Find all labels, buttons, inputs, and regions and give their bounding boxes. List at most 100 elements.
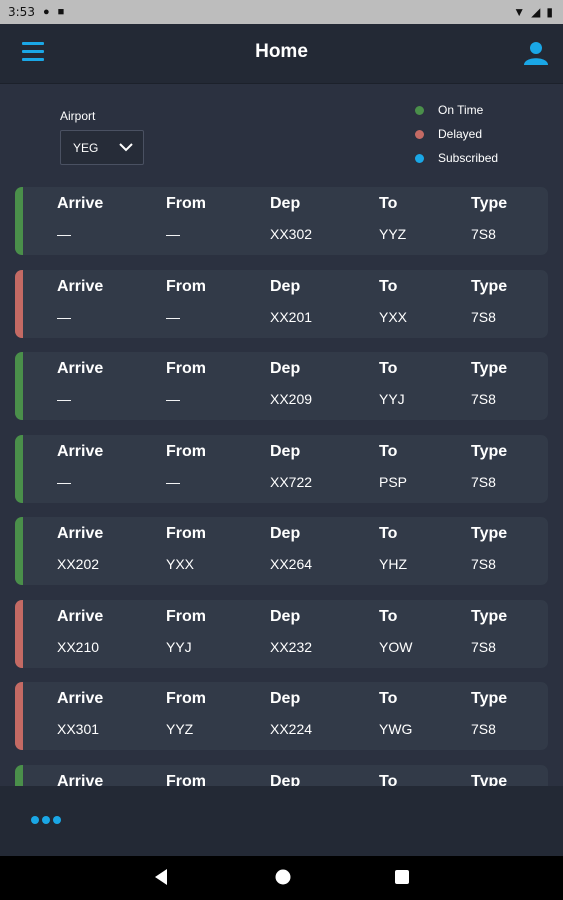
flight-from-cell: From YYJ <box>166 608 206 655</box>
status-indicator <box>15 517 23 585</box>
flight-to-cell: To YWG <box>379 690 412 737</box>
back-icon[interactable] <box>153 868 169 886</box>
status-indicator <box>15 764 23 786</box>
flight-card[interactable]: Arrive XX210 From YYJ Dep XX232 To YOW Type 7S8 <box>15 599 548 668</box>
message-icon: ● <box>42 6 50 18</box>
flight-from-value: YYZ <box>166 721 194 737</box>
flight-dep-value: XX722 <box>270 473 313 490</box>
flight-from-value: — <box>166 473 180 490</box>
column-header-dep: Dep <box>270 690 301 707</box>
flight-card[interactable]: Arrive — From — Dep XX302 To YYZ Type 7S8 <box>15 187 548 255</box>
column-header-type: Type <box>471 277 508 295</box>
column-header-type: Type <box>471 360 508 377</box>
main-content: Airport YEG On Time Delayed Subscribed A… <box>0 84 563 786</box>
flight-card[interactable]: Arrive — From — Dep XX722 To PSP Type 7S8 <box>15 434 548 503</box>
flight-arrive-value: — <box>57 308 71 325</box>
flight-dep-cell: Dep XX224 <box>270 690 312 737</box>
flight-arrive-cell: Arrive XX202 <box>57 525 103 572</box>
flight-arrive-value: — <box>57 391 71 407</box>
flight-card[interactable]: Arrive — From — Dep XX201 To YXX Type 7S8 <box>15 269 548 338</box>
status-indicator <box>15 352 23 420</box>
legend: On Time Delayed Subscribed <box>415 98 498 170</box>
flight-to-cell: To YHZ <box>379 525 407 572</box>
column-header-arrive: Arrive <box>57 442 104 460</box>
status-indicator <box>15 187 23 255</box>
flight-card[interactable]: Arrive From Dep To Type <box>15 764 548 787</box>
flight-arrive-value: XX301 <box>57 721 100 737</box>
column-header-dep: Dep <box>270 277 301 295</box>
flight-dep-value: XX264 <box>270 556 313 572</box>
wifi-icon: ▼ <box>513 5 526 19</box>
column-header-from: From <box>166 277 206 295</box>
column-header-from: From <box>166 690 206 707</box>
flight-to-value: YWG <box>379 721 413 737</box>
status-indicator <box>15 599 23 668</box>
flight-card[interactable]: Arrive XX202 From YXX Dep XX264 To YHZ Type 7S8 <box>15 517 548 585</box>
flight-type-value: 7S8 <box>471 226 496 242</box>
flight-dep-cell: Dep XX302 <box>270 195 312 242</box>
flight-from-cell: From — <box>166 360 206 407</box>
flight-type-cell: Type 7S8 <box>471 195 507 242</box>
flight-list: Arrive — From — Dep XX302 To YYZ Type 7S8 Arrive — F… <box>15 187 548 786</box>
column-header-type: Type <box>471 442 508 460</box>
flight-dep-value: XX209 <box>270 391 313 407</box>
column-header-arrive: Arrive <box>57 360 104 377</box>
flight-type-value: 7S8 <box>471 721 496 737</box>
column-header-arrive: Arrive <box>57 690 104 707</box>
flight-to-cell: To YXX <box>379 278 407 325</box>
flight-card[interactable]: Arrive — From — Dep XX209 To YYJ Type 7S8 <box>15 352 548 420</box>
flight-type-cell: Type 7S8 <box>471 443 507 490</box>
flight-to-cell: To YYZ <box>379 195 406 242</box>
column-header-from: From <box>166 442 206 460</box>
column-header-to: To <box>379 607 398 625</box>
column-header-from: From <box>166 360 206 377</box>
flight-to-value: YHZ <box>379 556 407 572</box>
battery-icon: ▮ <box>546 5 553 19</box>
flight-dep-cell: Dep XX201 <box>270 278 312 325</box>
flight-arrive-cell: Arrive XX210 <box>57 608 103 655</box>
flight-arrive-value: — <box>57 473 71 490</box>
airport-select[interactable]: YEG <box>60 130 144 165</box>
flight-from-value: — <box>166 308 180 325</box>
system-nav-bar <box>0 856 563 900</box>
flight-from-cell: From — <box>166 443 206 490</box>
column-header-from: From <box>166 525 206 542</box>
flight-dep-cell: Dep XX722 <box>270 443 312 490</box>
flight-card[interactable]: Arrive XX301 From YYZ Dep XX224 To YWG Type 7S8 <box>15 682 548 750</box>
flight-arrive-cell: Arrive <box>57 773 103 787</box>
flight-type-cell: Type 7S8 <box>471 690 507 737</box>
flight-type-value: 7S8 <box>471 391 496 407</box>
column-header-type: Type <box>471 525 508 542</box>
flight-type-value: 7S8 <box>471 308 496 325</box>
flight-arrive-cell: Arrive — <box>57 278 103 325</box>
flight-dep-value: XX302 <box>270 226 313 242</box>
flight-type-value: 7S8 <box>471 556 496 572</box>
flight-from-value: — <box>166 391 180 407</box>
column-header-type: Type <box>471 195 508 212</box>
signal-icon: ◢ <box>531 5 541 19</box>
flight-arrive-value: — <box>57 226 71 242</box>
recents-icon[interactable] <box>394 868 410 886</box>
column-header-type: Type <box>471 772 508 787</box>
flight-to-cell: To PSP <box>379 443 407 490</box>
flight-type-cell: Type 7S8 <box>471 608 507 655</box>
column-header-type: Type <box>471 690 508 707</box>
user-icon[interactable] <box>523 40 549 66</box>
more-dots-icon[interactable] <box>31 816 61 824</box>
chevron-down-icon <box>119 143 133 152</box>
flight-dep-cell: Dep XX264 <box>270 525 312 572</box>
page-title: Home <box>255 41 308 62</box>
status-indicator <box>15 682 23 750</box>
home-icon[interactable] <box>274 868 292 886</box>
column-header-to: To <box>379 360 398 377</box>
column-header-to: To <box>379 195 398 212</box>
flight-to-value: YOW <box>379 638 413 655</box>
column-header-dep: Dep <box>270 607 301 625</box>
flight-to-cell: To YOW <box>379 608 412 655</box>
legend-label: Delayed <box>438 127 483 141</box>
column-header-from: From <box>166 772 206 787</box>
subscribed-dot <box>415 153 424 163</box>
legend-delayed: Delayed <box>415 122 498 146</box>
column-header-arrive: Arrive <box>57 277 104 295</box>
flight-from-value: YYJ <box>166 638 192 655</box>
